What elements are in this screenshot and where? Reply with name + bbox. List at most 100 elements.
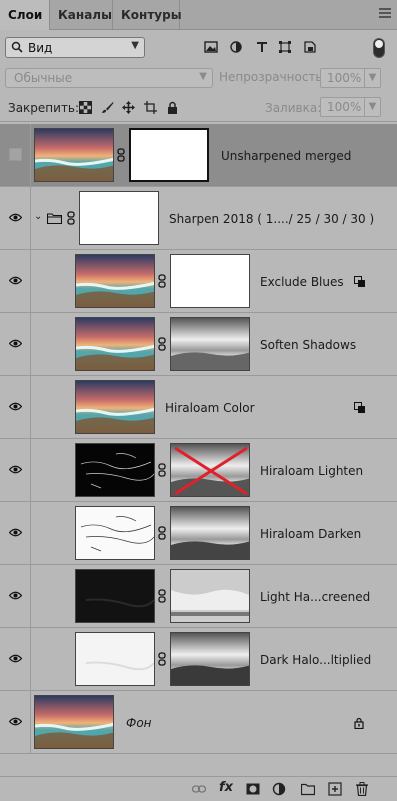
layer-thumbnail (75, 506, 155, 560)
type-filter-icon[interactable] (255, 41, 269, 53)
smart-object-icon (354, 402, 365, 413)
tab-paths[interactable]: Контуры (113, 0, 182, 30)
filter-kind-select[interactable]: Вид ▼ (5, 37, 145, 58)
layer-row[interactable]: Hiraloam Lighten (0, 439, 397, 502)
tab-layers[interactable]: Слои (0, 0, 50, 30)
delete-layer-icon[interactable] (355, 782, 369, 796)
layer-mask-thumbnail[interactable] (170, 632, 250, 686)
panel-tabbar: Слои Каналы Контуры (0, 0, 397, 30)
visibility-cell[interactable] (0, 502, 31, 564)
lock-all-icon[interactable] (166, 101, 179, 114)
layer-thumbnail (34, 128, 114, 182)
eye-icon[interactable] (9, 591, 22, 600)
link-icon[interactable] (158, 652, 166, 666)
layer-thumbnail (75, 443, 155, 497)
link-icon[interactable] (117, 148, 125, 162)
layer-row[interactable]: Hiraloam Color (0, 376, 397, 439)
layer-mask-thumbnail[interactable] (79, 191, 159, 245)
link-icon[interactable] (158, 526, 166, 540)
link-icon[interactable] (158, 337, 166, 351)
visibility-cell[interactable] (0, 565, 31, 627)
blend-mode-select[interactable]: Обычные ▼ (5, 68, 213, 88)
panel-menu-icon[interactable] (379, 8, 391, 20)
visibility-cell[interactable] (0, 376, 31, 438)
layer-mask-thumbnail[interactable] (170, 317, 250, 371)
layer-name: Exclude Blues (260, 275, 344, 289)
link-icon[interactable] (158, 589, 166, 603)
footer-toolbar: fx (0, 776, 397, 801)
visibility-cell[interactable] (0, 691, 31, 753)
layer-row[interactable]: Light Ha...creened (0, 565, 397, 628)
filter-toggle[interactable] (373, 38, 385, 58)
layer-row[interactable]: Dark Halo...ltiplied (0, 628, 397, 691)
fill-value: 100% (327, 100, 362, 114)
eye-icon[interactable] (9, 654, 22, 663)
layer-row[interactable]: Soften Shadows (0, 313, 397, 376)
lock-icon (354, 717, 364, 729)
eye-icon[interactable] (9, 213, 22, 222)
layer-row[interactable]: Hiraloam Darken (0, 502, 397, 565)
fx-icon[interactable]: fx (219, 780, 233, 795)
chevron-down-icon: ▼ (199, 71, 207, 82)
opacity-dropdown-button[interactable]: ▼ (365, 68, 381, 88)
layer-mask-thumbnail-disabled[interactable] (170, 443, 250, 497)
layer-thumbnail (75, 569, 155, 623)
new-layer-icon[interactable] (328, 782, 342, 796)
visibility-cell[interactable] (0, 313, 31, 375)
layer-row[interactable]: Unsharpened merged (0, 124, 397, 187)
fill-input[interactable]: 100% (320, 97, 365, 117)
smart-object-filter-icon[interactable] (303, 41, 317, 53)
visibility-cell[interactable] (0, 439, 31, 501)
layer-name: Light Ha...creened (260, 590, 371, 604)
chevron-down-icon[interactable]: ⌄ (34, 211, 42, 222)
layer-row[interactable]: Exclude Blues (0, 250, 397, 313)
eye-icon[interactable] (9, 276, 22, 285)
layer-name: Hiraloam Color (165, 401, 255, 415)
lock-transparent-pixels-icon[interactable] (79, 101, 92, 114)
link-icon[interactable] (67, 211, 75, 225)
eye-icon[interactable] (9, 528, 22, 537)
layer-name: Soften Shadows (260, 338, 357, 352)
eye-icon[interactable] (9, 402, 22, 411)
tab-channels[interactable]: Каналы (50, 0, 113, 30)
visibility-cell[interactable] (0, 124, 31, 186)
filter-row: Вид ▼ (0, 30, 397, 64)
lock-row: Закрепить: Заливка: 100% ▼ (0, 94, 397, 122)
lock-label: Закрепить: (8, 101, 80, 115)
layer-name: Hiraloam Darken (260, 527, 362, 541)
layer-mask-thumbnail[interactable] (170, 569, 250, 623)
visibility-cell[interactable] (0, 250, 31, 312)
adjustment-layer-icon[interactable] (272, 782, 286, 796)
new-group-icon[interactable] (301, 782, 315, 796)
lock-image-pixels-icon[interactable] (101, 101, 114, 114)
lock-position-icon[interactable] (122, 101, 135, 114)
layer-row[interactable]: Фон (0, 691, 397, 754)
link-layers-icon[interactable] (192, 782, 206, 796)
layer-group-row[interactable]: ⌄ Sharpen 2018 ( 1..../ 25 / 30 / 30 ) (0, 187, 397, 250)
eye-icon[interactable] (9, 339, 22, 348)
layer-mask-thumbnail[interactable] (170, 254, 250, 308)
layer-thumbnail (75, 254, 155, 308)
eye-icon[interactable] (9, 717, 22, 726)
lock-artboard-icon[interactable] (144, 101, 157, 114)
opacity-input[interactable]: 100% (320, 68, 365, 88)
add-mask-icon[interactable] (246, 782, 260, 796)
layers-list: Unsharpened merged ⌄ Sharpen 2018 ( 1...… (0, 124, 397, 754)
layer-thumbnail (75, 632, 155, 686)
opacity-label: Непрозрачность: (219, 70, 327, 84)
layers-footer: fx (0, 754, 397, 801)
fill-dropdown-button[interactable]: ▼ (365, 97, 381, 117)
link-icon[interactable] (158, 463, 166, 477)
layer-thumbnail (34, 695, 114, 749)
shape-filter-icon[interactable] (278, 41, 292, 53)
visibility-cell[interactable] (0, 187, 31, 249)
visibility-cell[interactable] (0, 628, 31, 690)
visibility-off-box[interactable] (9, 148, 22, 161)
image-filter-icon[interactable] (204, 41, 218, 53)
search-icon (11, 41, 23, 56)
link-icon[interactable] (158, 274, 166, 288)
adjustment-filter-icon[interactable] (229, 41, 243, 53)
layer-mask-thumbnail[interactable] (170, 506, 250, 560)
layer-mask-thumbnail[interactable] (129, 128, 209, 182)
eye-icon[interactable] (9, 465, 22, 474)
